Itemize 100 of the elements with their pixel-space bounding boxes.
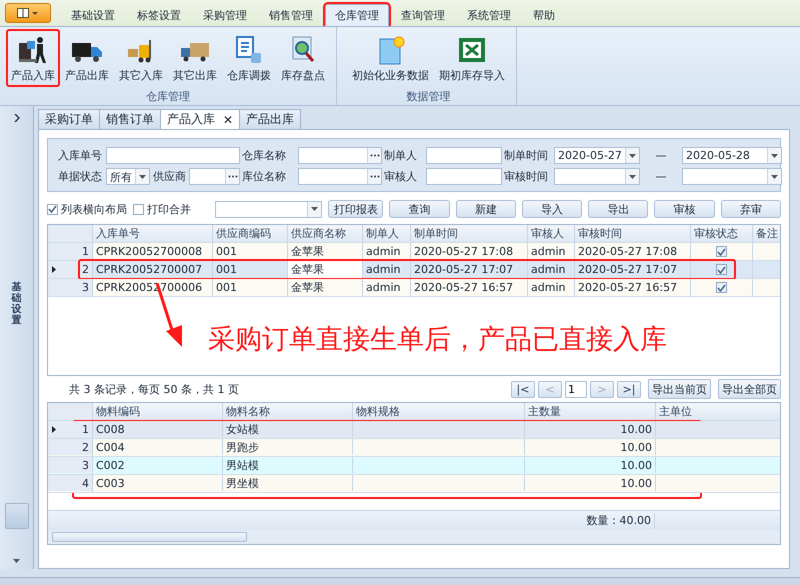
table-cell: 2020-05-27 16:57 [575, 279, 691, 296]
toolbar-button[interactable]: 新建 [456, 200, 516, 218]
ribbon-button[interactable]: 其它入库 [114, 29, 168, 87]
table-row[interactable]: 1 CPRK20052700008 001 金苹果 admin 2020-05-27 17:08 admin 2020-05-27 17:08 [48, 243, 780, 261]
caret-icon [311, 207, 318, 211]
table-row[interactable]: 3 C002 男站模 10.00 [48, 457, 780, 475]
table-cell: 男站模 [223, 457, 353, 473]
caret-icon [771, 174, 778, 178]
input-field[interactable] [426, 147, 502, 164]
document-tab[interactable]: 采购订单 [38, 109, 100, 129]
field-label: 供应商 [153, 169, 186, 184]
ribbon-tab[interactable]: 标签设置 [127, 4, 191, 26]
row-number: 4 [82, 476, 89, 490]
column-header[interactable]: 主数量 [525, 403, 656, 420]
table-cell: 001 [213, 243, 288, 260]
status-dropdown[interactable]: 所有 [106, 168, 150, 185]
date-picker[interactable] [682, 168, 782, 185]
toolbar-button[interactable]: 审核 [654, 200, 715, 218]
table-cell: admin [363, 243, 411, 260]
column-header[interactable]: 物料名称 [223, 403, 353, 420]
table-cell: admin [528, 261, 575, 278]
page-input[interactable]: 1 [565, 380, 587, 398]
ribbon-button[interactable]: 其它出库 [168, 29, 222, 87]
column-header[interactable]: 物料规格 [353, 403, 525, 420]
column-header[interactable]: 备注 [753, 225, 780, 242]
ribbon-button[interactable]: 期初库存导入 [434, 29, 510, 87]
ellipsis-icon [370, 175, 380, 178]
column-header[interactable]: 审核时间 [575, 225, 691, 242]
group-title: 数据管理 [406, 89, 452, 105]
ribbon-tab[interactable]: 查询管理 [391, 4, 455, 26]
export-button[interactable]: 导出当前页 [648, 379, 711, 399]
document-tab[interactable]: 产品入库 ✕ [160, 109, 240, 129]
toolbar-button[interactable]: 查询 [389, 200, 450, 218]
close-icon[interactable]: ✕ [223, 112, 234, 126]
table-cell: 10.00 [525, 421, 656, 437]
table-row[interactable]: 1 C008 女站模 10.00 [48, 421, 780, 439]
ribbon-button[interactable]: 仓库调拨 [222, 29, 276, 87]
checkbox[interactable]: 打印合并 [133, 202, 191, 216]
range-dash: — [654, 170, 668, 183]
toolbar-button[interactable]: 打印报表 [328, 200, 384, 218]
toolbar-button[interactable]: 弃审 [720, 200, 781, 218]
ribbon-button[interactable]: 库存盘点 [276, 29, 330, 87]
print-template-dropdown[interactable] [215, 200, 322, 218]
check-icon [48, 205, 57, 213]
current-row-icon [52, 266, 56, 273]
sidebar-title[interactable]: 基础设置 [12, 282, 22, 326]
table-row[interactable]: 2 CPRK20052700007 001 金苹果 admin 2020-05-27 17:07 admin 2020-05-27 17:07 [48, 261, 780, 279]
ribbon-button[interactable]: 产品出库 [60, 29, 114, 87]
column-header[interactable]: 主单位 [656, 403, 780, 420]
ribbon-tab[interactable]: 销售管理 [259, 4, 323, 26]
ribbon-tab[interactable]: 系统管理 [457, 4, 521, 26]
table-cell: admin [528, 243, 575, 260]
row-number: 2 [82, 440, 89, 454]
lookup-field[interactable] [298, 147, 382, 164]
app-menu-button[interactable] [5, 3, 51, 23]
lookup-field[interactable] [189, 168, 240, 185]
field-label: 库位名称 [242, 169, 286, 184]
column-header[interactable]: 审核状态 [691, 225, 753, 242]
date-picker[interactable] [554, 168, 640, 185]
pager-button[interactable]: >| [617, 380, 641, 398]
checkbox[interactable]: 列表横向布局 [47, 202, 127, 216]
ribbon-tab[interactable]: 仓库管理 [325, 4, 389, 26]
table-row[interactable]: 2 C004 男跑步 10.00 [48, 439, 780, 457]
ribbon-tab[interactable]: 采购管理 [193, 4, 257, 26]
pager-button[interactable]: |< [511, 380, 535, 398]
ribbon-button[interactable]: 产品入库 [6, 29, 60, 87]
column-header[interactable]: 入库单号 [93, 225, 213, 242]
column-header[interactable]: 物料编码 [93, 403, 223, 420]
ribbon-tab[interactable]: 帮助 [523, 4, 565, 26]
input-field[interactable] [426, 168, 502, 185]
toolbar-button[interactable]: 导入 [522, 200, 582, 218]
column-header[interactable]: 制单人 [363, 225, 411, 242]
horizontal-scrollbar[interactable] [48, 530, 780, 544]
row-number: 3 [82, 458, 89, 472]
column-header[interactable]: 供应商编码 [213, 225, 288, 242]
toolbar-button[interactable]: 导出 [588, 200, 648, 218]
chevron-right-icon[interactable] [14, 114, 20, 122]
table-cell: C008 [93, 421, 223, 437]
column-header[interactable]: 制单时间 [411, 225, 528, 242]
table-cell: 001 [213, 279, 288, 296]
document-tab[interactable]: 产品出库 [239, 109, 302, 129]
ribbon-tab[interactable]: 基础设置 [61, 4, 125, 26]
column-header[interactable]: 供应商名称 [288, 225, 363, 242]
total-quantity: 数量：40.00 [524, 512, 655, 528]
column-header[interactable]: 审核人 [528, 225, 575, 242]
caret-icon[interactable] [13, 559, 20, 563]
table-row[interactable]: 4 C003 男坐模 10.00 [48, 475, 780, 493]
date-picker[interactable]: 2020-05-27 [554, 147, 640, 164]
input-field[interactable] [106, 147, 240, 164]
lookup-field[interactable] [298, 168, 382, 185]
ribbon-button[interactable]: 初始化业务数据 [347, 29, 434, 87]
sidebar-button[interactable] [4, 503, 28, 529]
caret-icon [629, 154, 636, 158]
table-cell: 金苹果 [288, 261, 363, 278]
export-button[interactable]: 导出全部页 [718, 379, 781, 399]
document-tab[interactable]: 销售订单 [99, 109, 161, 129]
date-picker[interactable]: 2020-05-28 [682, 147, 782, 164]
row-number: 1 [82, 422, 89, 436]
table-cell: admin [363, 261, 411, 278]
table-cell: 2020-05-27 17:07 [575, 261, 691, 278]
